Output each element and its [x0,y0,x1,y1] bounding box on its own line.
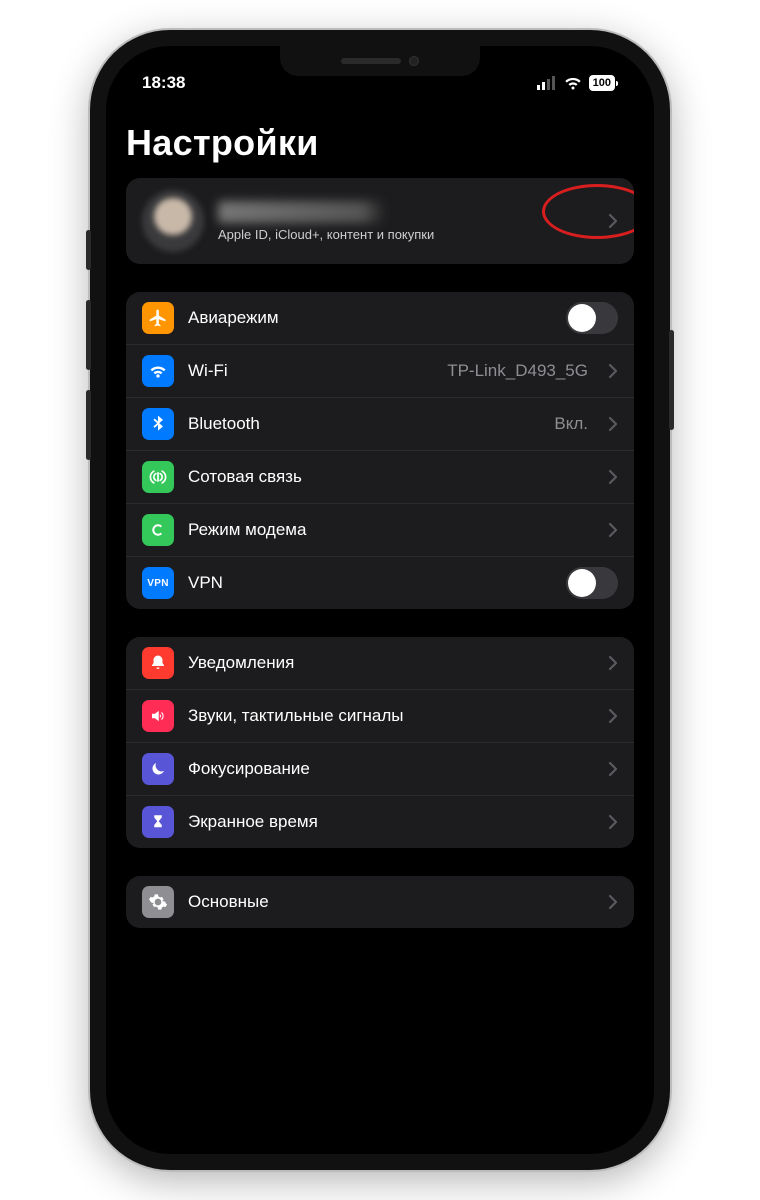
vpn-icon: VPN [142,567,174,599]
row-label: Основные [188,892,588,912]
side-button [86,230,91,270]
airplane-toggle[interactable] [566,302,618,334]
row-label: Авиарежим [188,308,552,328]
chevron-right-icon [608,416,618,432]
side-button [86,390,91,460]
row-label: Звуки, тактильные сигналы [188,706,588,726]
profile-subtitle: Apple ID, iCloud+, контент и покупки [218,227,588,242]
row-sounds[interactable]: Звуки, тактильные сигналы [126,689,634,742]
cellular-icon [142,461,174,493]
chevron-right-icon [608,761,618,777]
battery-indicator: 100 [589,75,618,91]
chevron-right-icon [608,655,618,671]
row-focus[interactable]: Фокусирование [126,742,634,795]
airplane-icon [142,302,174,334]
row-bluetooth[interactable]: Bluetooth Вкл. [126,397,634,450]
phone-frame: 18:38 100 Настройки Apple ID, iCloud+, к… [90,30,670,1170]
row-label: Фокусирование [188,759,588,779]
vpn-toggle[interactable] [566,567,618,599]
chevron-right-icon [608,213,618,229]
row-general[interactable]: Основные [126,876,634,928]
row-label: Wi-Fi [188,361,433,381]
chevron-right-icon [608,363,618,379]
chevron-right-icon [608,469,618,485]
moon-icon [142,753,174,785]
row-screentime[interactable]: Экранное время [126,795,634,848]
row-hotspot[interactable]: Режим модема [126,503,634,556]
row-airplane[interactable]: Авиарежим [126,292,634,344]
notifications-group: Уведомления Звуки, тактильные сигналы Фо… [126,637,634,848]
row-cellular[interactable]: Сотовая связь [126,450,634,503]
side-button [86,300,91,370]
hotspot-icon [142,514,174,546]
gear-icon [142,886,174,918]
chevron-right-icon [608,708,618,724]
row-vpn[interactable]: VPN VPN [126,556,634,609]
chevron-right-icon [608,894,618,910]
side-button [669,330,674,430]
row-wifi[interactable]: Wi-Fi TP-Link_D493_5G [126,344,634,397]
status-time: 18:38 [142,73,185,93]
cellular-icon [537,76,557,90]
row-label: Сотовая связь [188,467,588,487]
chevron-right-icon [608,522,618,538]
profile-name-blurred [218,201,458,223]
hourglass-icon [142,806,174,838]
row-label: Режим модема [188,520,588,540]
row-label: Экранное время [188,812,588,832]
avatar [142,190,204,252]
row-value: TP-Link_D493_5G [447,361,588,381]
connectivity-group: Авиарежим Wi-Fi TP-Link_D493_5G Bluetoot [126,292,634,609]
row-label: VPN [188,573,552,593]
wifi-icon [142,355,174,387]
profile-row[interactable]: Apple ID, iCloud+, контент и покупки [126,178,634,264]
row-label: Уведомления [188,653,588,673]
chevron-right-icon [608,814,618,830]
row-value: Вкл. [554,414,588,434]
page-title: Настройки [126,122,634,164]
row-notifications[interactable]: Уведомления [126,637,634,689]
row-label: Bluetooth [188,414,540,434]
bell-icon [142,647,174,679]
profile-group: Apple ID, iCloud+, контент и покупки [126,178,634,264]
notch [280,46,480,76]
speaker-icon [142,700,174,732]
general-group: Основные [126,876,634,928]
bluetooth-icon [142,408,174,440]
wifi-icon [563,76,583,90]
screen: 18:38 100 Настройки Apple ID, iCloud+, к… [106,46,654,1154]
